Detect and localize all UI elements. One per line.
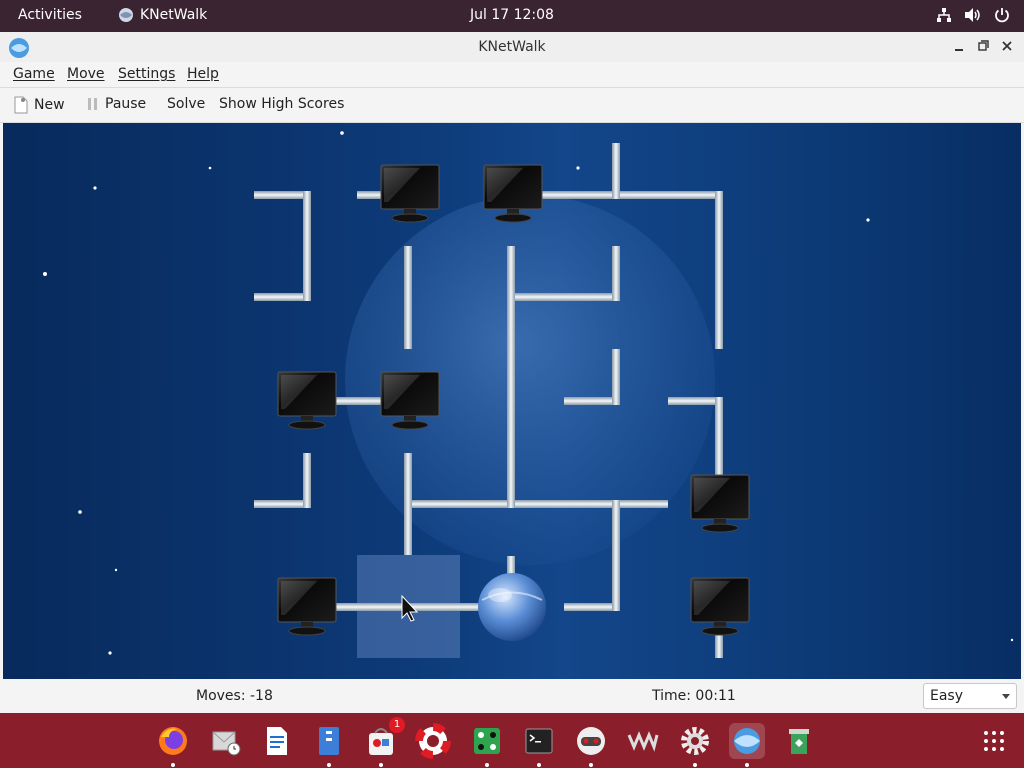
chevron-down-icon (1002, 694, 1010, 699)
robot-icon (577, 727, 605, 755)
running-indicator (171, 763, 175, 767)
app-grid-icon (984, 731, 1004, 751)
difficulty-value: Easy (930, 688, 964, 704)
activities-button[interactable]: Activities (18, 7, 82, 23)
knetwalk-icon (734, 728, 760, 754)
toolbar: New Pause Solve Show High Scores (0, 87, 1024, 123)
close-icon (1002, 41, 1012, 51)
game-board[interactable] (3, 123, 1021, 679)
top-bar: Activities KNetWalk Jul 17 12:08 (0, 0, 1024, 32)
system-tray[interactable] (936, 7, 1010, 23)
dock-settings[interactable] (677, 723, 713, 767)
moves-counter: Moves: -18 (196, 688, 273, 704)
running-indicator (693, 763, 697, 767)
show-apps-button[interactable] (976, 723, 1012, 759)
terminal-icon (525, 728, 553, 754)
running-indicator (745, 763, 749, 767)
computer-node[interactable] (690, 474, 750, 533)
status-bar: Moves: -18 Time: 00:11 Easy (0, 679, 1024, 713)
files-icon (319, 727, 339, 755)
running-indicator (589, 763, 593, 767)
solve-button[interactable]: Solve (167, 96, 205, 112)
server-node[interactable] (478, 573, 546, 641)
new-document-icon (14, 96, 28, 114)
time-counter: Time: 00:11 (652, 688, 736, 704)
minimize-icon (955, 49, 963, 51)
running-indicator (485, 763, 489, 767)
dock-terminal[interactable] (521, 723, 557, 767)
clock[interactable]: Jul 17 12:08 (470, 7, 554, 23)
firefox-icon (159, 727, 187, 755)
power-icon (995, 8, 1009, 23)
network-icon (937, 8, 951, 22)
close-button[interactable] (1000, 38, 1014, 52)
trash-icon (789, 729, 809, 754)
running-indicator (327, 763, 331, 767)
board-canvas[interactable] (3, 123, 1021, 679)
menu-bar: Game Move Settings Help (0, 62, 1024, 86)
menu-move[interactable]: Move (67, 66, 105, 82)
lifebuoy-icon (415, 723, 451, 759)
dock-trash[interactable] (781, 723, 817, 759)
high-scores-button[interactable]: Show High Scores (219, 96, 344, 112)
game-board-icon (474, 728, 500, 754)
solve-label: Solve (167, 96, 206, 112)
title-bar[interactable]: KNetWalk (0, 32, 1024, 62)
running-indicator (379, 763, 383, 767)
new-game-button[interactable]: New (13, 96, 65, 114)
computer-node[interactable] (380, 164, 440, 223)
dock-knetwalk[interactable] (729, 723, 765, 767)
menu-game[interactable]: Game (13, 66, 55, 82)
pause-button[interactable]: Pause (86, 96, 146, 112)
gear-icon (681, 727, 709, 755)
volume-icon (965, 8, 980, 22)
dock-software[interactable]: 1 (363, 717, 405, 767)
notification-badge: 1 (389, 717, 405, 733)
minimize-button[interactable] (952, 38, 966, 52)
knetwalk-icon (119, 8, 133, 22)
dock-robot[interactable] (573, 723, 609, 767)
window-title: KNetWalk (478, 39, 546, 55)
high-scores-label: Show High Scores (219, 96, 345, 112)
pause-label: Pause (105, 96, 147, 112)
knetwalk-window: KNetWalk Game Move Settings Help New Pau… (0, 32, 1024, 713)
maximize-icon (978, 40, 989, 51)
dock-files[interactable] (311, 723, 347, 767)
menu-settings[interactable]: Settings (118, 66, 175, 82)
new-game-label: New (34, 97, 65, 113)
dock: 1 (0, 713, 1024, 768)
maximize-button[interactable] (976, 38, 990, 52)
app-menu-label: KNetWalk (140, 7, 208, 23)
dock-writer[interactable] (259, 723, 295, 759)
dock-mail[interactable] (207, 723, 243, 759)
dock-help[interactable] (415, 723, 451, 759)
computer-node[interactable] (277, 371, 337, 430)
dock-vm[interactable] (625, 723, 661, 759)
app-menu[interactable]: KNetWalk (118, 7, 207, 23)
menu-help[interactable]: Help (187, 66, 219, 82)
pause-icon (88, 98, 97, 110)
document-writer-icon (267, 727, 287, 755)
dock-game[interactable] (469, 723, 505, 767)
computer-node[interactable] (690, 577, 750, 636)
dock-firefox[interactable] (155, 723, 191, 767)
running-indicator (537, 763, 541, 767)
mail-clock-icon (212, 731, 241, 756)
virtual-machine-icon (627, 731, 659, 752)
difficulty-select[interactable]: Easy (923, 683, 1017, 709)
computer-node[interactable] (277, 577, 337, 636)
